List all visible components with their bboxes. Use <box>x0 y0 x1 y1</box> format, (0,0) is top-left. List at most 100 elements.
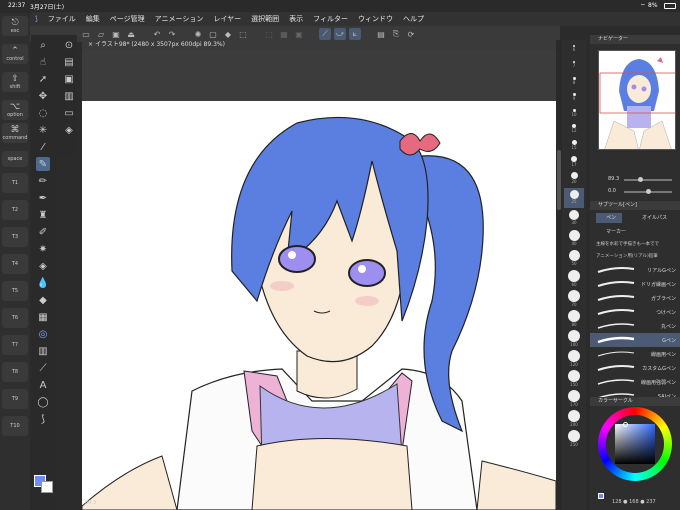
subtool-header[interactable]: サブツール[ペン] <box>590 201 680 210</box>
move-layer-icon[interactable]: ✥ <box>36 89 50 103</box>
tab-pen[interactable]: ペン <box>596 213 622 223</box>
scroll-thumb[interactable] <box>557 150 561 210</box>
brush-round-pen[interactable]: 丸ペン <box>590 319 680 333</box>
tab-close-icon[interactable]: × <box>88 41 93 48</box>
brush-size-60[interactable]: 60 <box>564 268 584 288</box>
undo-icon[interactable]: ↶ <box>151 28 163 40</box>
brush-tool-icon[interactable]: ✒ <box>36 191 50 205</box>
document-tab[interactable]: × イラスト98* (2480 x 3507px 600dpi 89.3%) <box>82 40 556 50</box>
text-tool-icon[interactable]: A <box>36 378 50 392</box>
brush-glass-pen[interactable]: ガブラペン <box>590 291 680 305</box>
menu-view[interactable]: 表示 <box>284 14 308 24</box>
correction-icon[interactable]: ⟆ <box>36 412 50 426</box>
invert-selection-icon[interactable]: ▦ <box>278 28 290 40</box>
menu-selection[interactable]: 選択範囲 <box>246 14 284 24</box>
lasso-icon[interactable]: ◌ <box>36 106 50 120</box>
eraser-icon[interactable]: ◈ <box>36 259 50 273</box>
brush-size-100[interactable]: 100 <box>564 328 584 348</box>
brush-size-170[interactable]: 170 <box>564 388 584 408</box>
sub-color-swatch[interactable] <box>41 481 53 493</box>
menu-window[interactable]: ウィンドウ <box>353 14 398 24</box>
navigator-icon[interactable]: ⊙ <box>62 38 76 52</box>
open-folder-icon[interactable]: ▱ <box>95 28 107 40</box>
ruler-icon[interactable]: ⎘ <box>390 28 402 40</box>
ruler-tool-icon[interactable]: ⟋ <box>36 361 50 375</box>
zoom-tool-icon[interactable]: ⌕ <box>36 38 50 52</box>
menu-filter[interactable]: フィルター <box>308 14 353 24</box>
brush-size-40[interactable]: 40 <box>564 228 584 248</box>
brush-custom-g-pen[interactable]: カスタムGペン <box>590 361 680 375</box>
loading-icon[interactable]: ✺ <box>192 28 204 40</box>
control-key[interactable]: ⌃ control <box>2 44 28 64</box>
option-key[interactable]: ⌥ option <box>2 100 28 120</box>
pencil-tool-icon[interactable]: ✏ <box>36 174 50 188</box>
fill-tool-icon[interactable]: ◆ <box>36 293 50 307</box>
shift-key[interactable]: ⇧ shift <box>2 72 28 92</box>
t10-button[interactable]: T10 <box>2 416 28 436</box>
frame-icon[interactable]: ▥ <box>36 344 50 358</box>
folder-icon[interactable]: ▭ <box>62 106 76 120</box>
t4-button[interactable]: T4 <box>2 254 28 274</box>
saturation-square[interactable] <box>615 424 655 464</box>
esc-key[interactable]: ⎋ esc <box>2 16 28 36</box>
menu-help[interactable]: ヘルプ <box>398 14 429 24</box>
brush-size-12[interactable]: 12 <box>564 122 584 138</box>
t2-button[interactable]: T2 <box>2 200 28 220</box>
menu-edit[interactable]: 編集 <box>81 14 105 24</box>
menu-animation[interactable]: アニメーション <box>150 14 209 24</box>
pressure-icon[interactable]: ⟀ <box>349 28 361 40</box>
t1-button[interactable]: T1 <box>2 173 28 193</box>
brush-size-120[interactable]: 120 <box>564 348 584 368</box>
navigator-angle[interactable]: 0.0 <box>608 188 616 194</box>
material-icon[interactable]: ▥ <box>62 89 76 103</box>
space-key[interactable]: space <box>2 151 28 167</box>
airbrush-icon[interactable]: ♜ <box>36 208 50 222</box>
pen-tool-icon[interactable]: ✎ <box>36 157 50 171</box>
gradient-icon[interactable]: ▦ <box>36 310 50 324</box>
tab-oil[interactable]: オイルパス <box>642 213 667 223</box>
brush-drawing-pen[interactable]: ドリガ縁画ペン <box>590 277 680 291</box>
canvas-paper[interactable] <box>82 101 556 510</box>
menu-layer[interactable]: レイヤー <box>208 14 246 24</box>
menu-page[interactable]: ページ管理 <box>105 14 150 24</box>
transform-icon[interactable]: ⬚ <box>237 28 249 40</box>
stabilizer-icon[interactable]: ⟋ <box>319 28 331 40</box>
export-icon[interactable]: ⏏ <box>125 28 137 40</box>
zoom-slider[interactable] <box>624 177 672 182</box>
navigator-header[interactable]: ナビゲーター <box>590 35 680 44</box>
t8-button[interactable]: T8 <box>2 362 28 382</box>
brush-size-8[interactable]: 8 <box>564 74 584 90</box>
t9-button[interactable]: T9 <box>2 389 28 409</box>
operation-tool-icon[interactable]: ➚ <box>36 72 50 86</box>
magic-wand-icon[interactable]: ✳ <box>36 123 50 137</box>
brush-dip-pen[interactable]: つけペン <box>590 305 680 319</box>
brush-size-70[interactable]: 70 <box>564 288 584 308</box>
balloon-icon[interactable]: ◯ <box>36 395 50 409</box>
layer-panel-icon[interactable]: ▤ <box>62 55 76 69</box>
brush-size-10[interactable]: 10 <box>564 106 584 122</box>
color-picker-handle[interactable] <box>623 422 628 427</box>
rotate-slider[interactable] <box>624 189 672 194</box>
app-logo-icon[interactable]: ⟆ <box>30 15 43 23</box>
brush-size-200[interactable]: 200 <box>564 408 584 428</box>
save-icon[interactable]: ▣ <box>110 28 122 40</box>
brush-size-80[interactable]: 80 <box>564 308 584 328</box>
new-file-icon[interactable]: ▭ <box>80 28 92 40</box>
brush-size-250[interactable]: 250 <box>564 428 584 448</box>
sparkle-icon[interactable]: ✷ <box>36 242 50 256</box>
brush-real-g-pen[interactable]: リアルGペン <box>590 263 680 277</box>
reference-icon[interactable]: ⟳ <box>405 28 417 40</box>
brush-size-150[interactable]: 150 <box>564 368 584 388</box>
blend-icon[interactable]: 💧 <box>36 276 50 290</box>
brush-size-17[interactable]: 17 <box>564 154 584 170</box>
tab-marker[interactable]: マーカー <box>606 227 626 237</box>
t5-button[interactable]: T5 <box>2 281 28 301</box>
t3-button[interactable]: T3 <box>2 227 28 247</box>
brush-size-20[interactable]: 20 <box>564 170 584 188</box>
clear-icon[interactable]: ▢ <box>207 28 219 40</box>
brush-size-6[interactable]: 6 <box>564 42 584 58</box>
layers-icon[interactable]: ◈ <box>62 123 76 137</box>
select-all-icon[interactable]: ▣ <box>293 28 305 40</box>
brush-size-25[interactable]: 25 <box>564 188 584 208</box>
navigator-preview[interactable] <box>598 50 676 150</box>
